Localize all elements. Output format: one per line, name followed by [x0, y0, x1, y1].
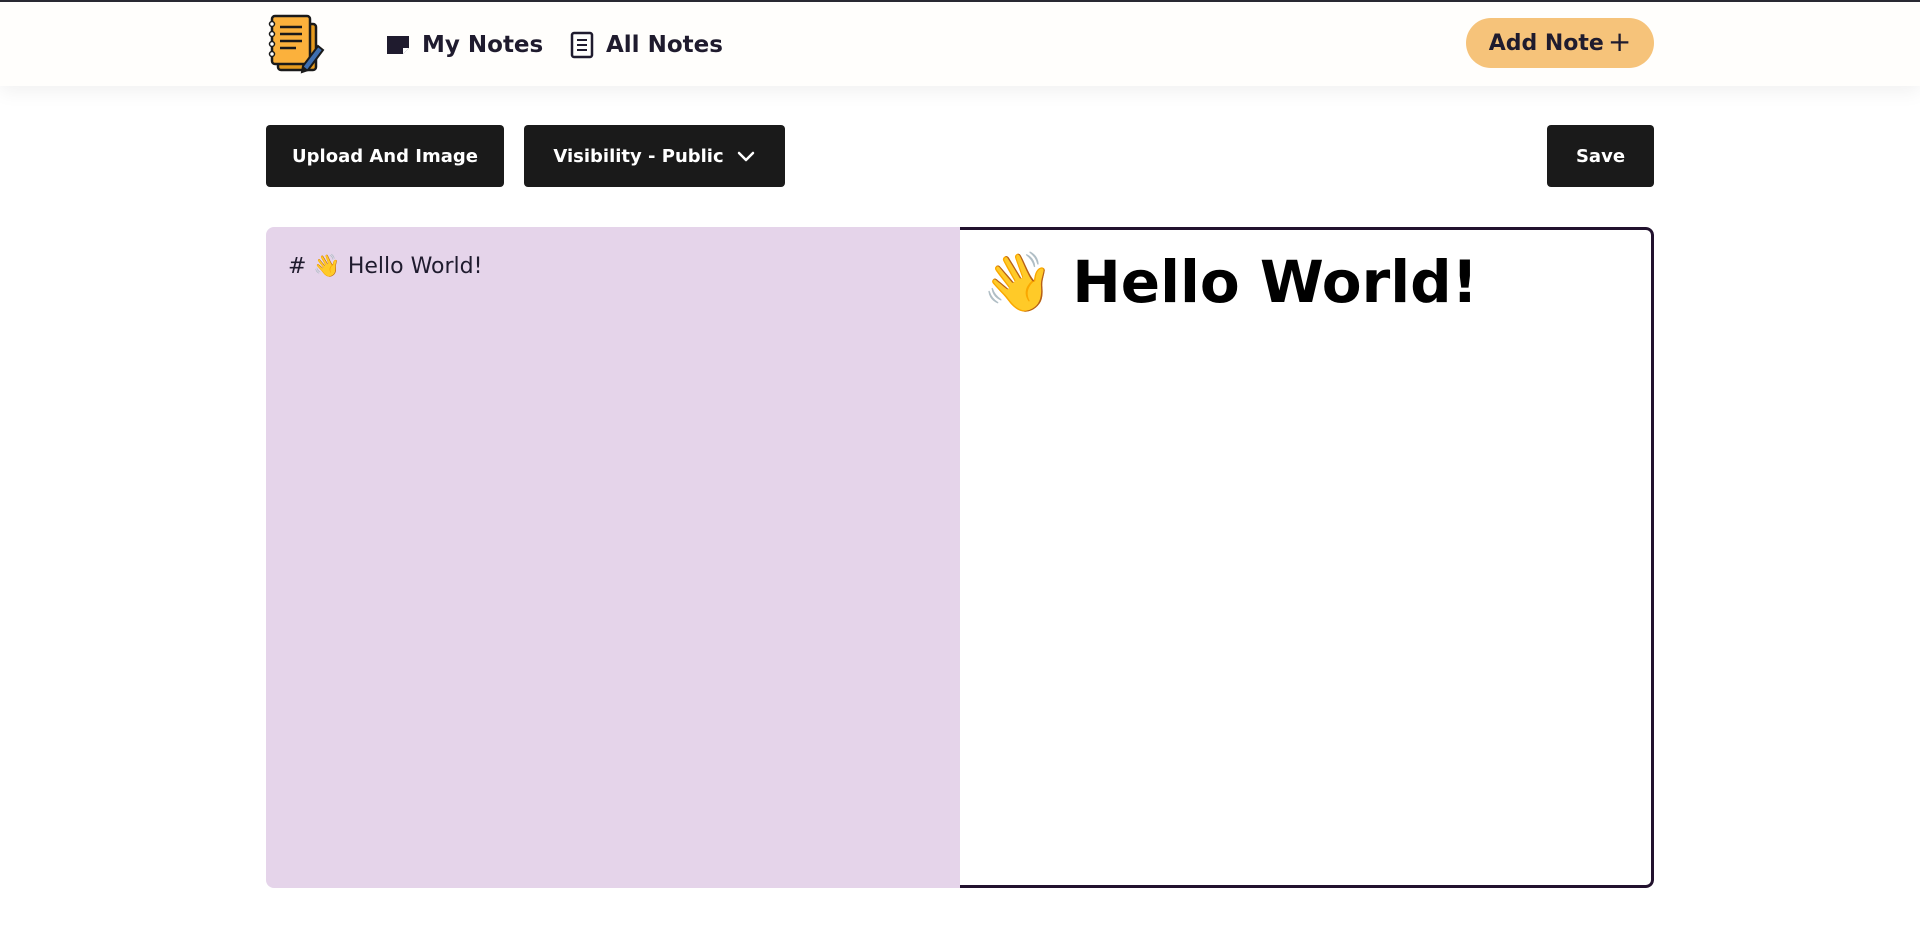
plus-icon: + [1607, 25, 1632, 58]
nav-my-notes[interactable]: My Notes [384, 26, 543, 64]
visibility-dropdown[interactable]: Visibility - Public [524, 125, 785, 187]
markdown-source-input[interactable]: # 👋 Hello World! [266, 227, 960, 888]
notebook-logo-icon[interactable] [268, 12, 326, 74]
navbar: My Notes All Notes Add Note + [0, 2, 1920, 86]
note-icon [384, 31, 412, 59]
preview-heading: 👋 Hello World! [982, 246, 1629, 319]
visibility-label: Visibility - Public [553, 145, 724, 167]
save-label: Save [1575, 145, 1626, 167]
save-button[interactable]: Save [1547, 125, 1654, 187]
markdown-editor: # 👋 Hello World! 👋 Hello World! [266, 227, 1654, 888]
preview-heading-text: Hello World! [1072, 248, 1479, 316]
add-note-label: Add Note [1488, 30, 1604, 56]
waving-hand-icon: 👋 [982, 248, 1055, 316]
markdown-preview: 👋 Hello World! [960, 227, 1654, 888]
nav-all-notes[interactable]: All Notes [568, 26, 723, 64]
add-note-button[interactable]: Add Note + [1466, 18, 1654, 68]
upload-image-label: Upload And Image [292, 145, 478, 167]
upload-image-button[interactable]: Upload And Image [266, 125, 504, 187]
document-icon [568, 31, 596, 59]
chevron-down-icon [736, 146, 756, 166]
nav-all-notes-label: All Notes [606, 32, 723, 58]
source-text: # 👋 Hello World! [288, 254, 483, 279]
nav-my-notes-label: My Notes [422, 32, 544, 58]
